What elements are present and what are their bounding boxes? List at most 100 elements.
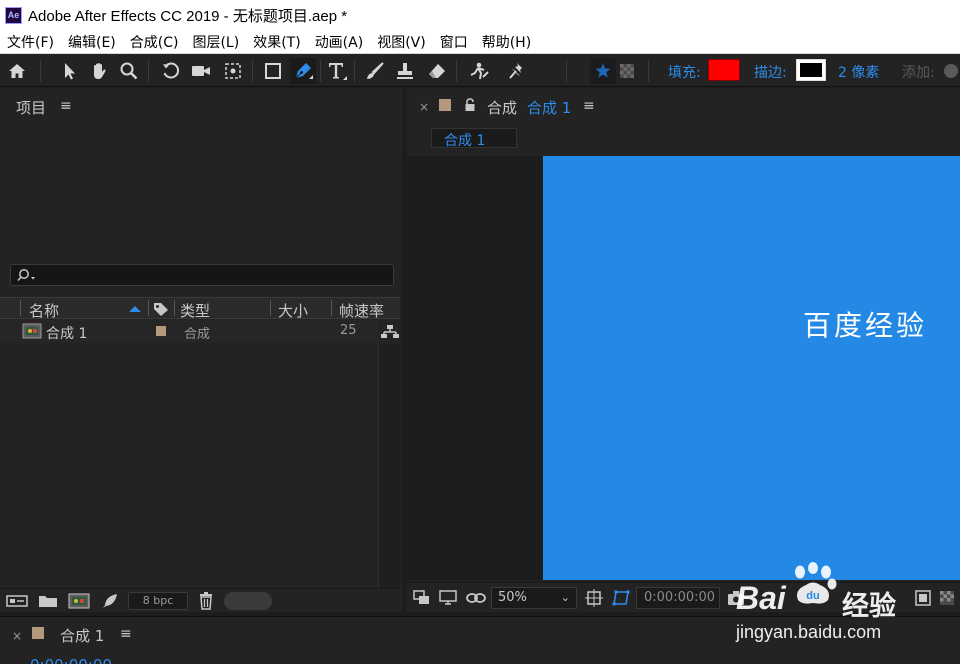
column-name[interactable]: 名称 — [29, 300, 59, 321]
column-size[interactable]: 大小 — [278, 300, 308, 321]
stroke-width-value[interactable]: 2 像素 — [838, 62, 879, 82]
current-time-value: 0:00:00:00 — [644, 590, 716, 605]
menu-edit[interactable]: 编辑(E) — [61, 32, 123, 52]
feather-icon[interactable] — [100, 593, 120, 609]
toolbar-divider — [456, 60, 457, 82]
brush-tool-icon[interactable] — [362, 58, 388, 84]
panel-menu-icon[interactable]: ≡ — [583, 98, 595, 114]
column-type[interactable]: 类型 — [180, 300, 210, 321]
label-color-swatch[interactable] — [439, 99, 451, 111]
project-panel-title: 项目 — [16, 99, 47, 117]
menu-help[interactable]: 帮助(H) — [475, 32, 538, 52]
toolbar-divider — [252, 60, 253, 82]
item-type: 合成 — [184, 327, 211, 342]
menu-window[interactable]: 窗口 — [433, 32, 475, 52]
puppet-pin-tool-icon[interactable] — [504, 58, 530, 84]
lock-icon[interactable] — [463, 98, 477, 112]
project-scrollbar[interactable] — [378, 344, 400, 590]
mask-path-icon[interactable] — [611, 589, 631, 607]
fill-label[interactable]: 填充: — [668, 62, 701, 82]
panel-menu-icon[interactable]: ≡ — [120, 626, 132, 642]
magnification-value: 50% — [498, 590, 527, 605]
timeline-title[interactable]: 合成 1 — [60, 625, 104, 646]
eraser-tool-icon[interactable] — [424, 58, 450, 84]
selection-tool-icon[interactable] — [56, 58, 82, 84]
fill-color-swatch[interactable] — [708, 59, 740, 81]
menu-composition[interactable]: 合成(C) — [123, 32, 186, 52]
safe-zones-icon[interactable] — [585, 589, 603, 607]
bit-depth-button[interactable]: 8 bpc — [128, 592, 188, 610]
rotation-tool-icon[interactable] — [158, 58, 184, 84]
camera-tool-icon[interactable] — [188, 58, 214, 84]
checkerboard-icon[interactable] — [614, 58, 640, 84]
current-time-display[interactable]: 0:00:00:00 — [636, 587, 720, 609]
toolbar-divider — [354, 60, 355, 82]
stroke-color-swatch[interactable] — [796, 59, 826, 81]
project-footer: 8 bpc — [0, 588, 400, 612]
toolbar-divider — [648, 60, 649, 82]
close-icon[interactable]: × — [12, 629, 22, 643]
magnification-select[interactable]: 50% ⌄ — [491, 587, 577, 609]
add-button[interactable] — [944, 64, 958, 78]
item-name: 合成 1 — [46, 326, 88, 342]
watermark-brand-cn: 经验 — [842, 591, 896, 622]
menu-effect[interactable]: 效果(T) — [246, 32, 307, 52]
hand-tool-icon[interactable] — [86, 58, 112, 84]
baidu-jingyan-watermark: du Bai 经验 jingyan.baidu.com — [730, 560, 960, 664]
home-icon[interactable] — [4, 58, 30, 84]
item-frame-rate: 25 — [340, 323, 357, 338]
stroke-label[interactable]: 描边: — [754, 62, 787, 82]
close-icon[interactable]: × — [419, 100, 429, 114]
baidu-paw-logo-icon: du — [795, 562, 837, 604]
chevron-down-icon: ⌄ — [560, 591, 570, 604]
label-tag-icon[interactable] — [152, 301, 170, 317]
project-item-row[interactable]: 合成 1 合成 25 — [0, 320, 378, 342]
pen-tool-icon[interactable] — [290, 58, 316, 84]
composition-tab-label: 合成 1 — [444, 133, 486, 149]
menu-layer[interactable]: 图层(L) — [185, 32, 246, 52]
roto-brush-tool-icon[interactable] — [466, 58, 492, 84]
column-divider — [20, 300, 21, 316]
new-folder-icon[interactable] — [38, 593, 58, 609]
composition-panel: × 合成 合成 1 ≡ 合成 1 百度经验 50% ⌄ 0:00:00:00 — [407, 88, 960, 612]
title-bar: Ae Adobe After Effects CC 2019 - 无标题项目.a… — [0, 0, 960, 30]
canvas-text-layer[interactable]: 百度经验 — [803, 304, 927, 344]
mask-visibility-icon[interactable] — [465, 590, 487, 606]
type-tool-icon[interactable] — [324, 58, 350, 84]
monitor-icon[interactable] — [439, 590, 457, 606]
composition-panel-name[interactable]: 合成 1 — [527, 97, 571, 118]
project-panel: 项目 ≡ 名称 类型 大小 帧速率 合成 1 合成 25 8 bpc — [0, 88, 402, 612]
panel-menu-icon[interactable]: ≡ — [60, 98, 72, 114]
toolbar-divider — [40, 60, 41, 82]
search-icon — [17, 269, 35, 281]
interpret-footage-icon[interactable] — [6, 593, 28, 609]
window-title: Adobe After Effects CC 2019 - 无标题项目.aep … — [28, 7, 348, 25]
composition-viewer[interactable]: 百度经验 — [407, 156, 960, 580]
add-label: 添加: — [902, 65, 935, 81]
composition-tab[interactable]: 合成 1 — [431, 128, 517, 149]
pan-behind-tool-icon[interactable] — [220, 58, 246, 84]
new-composition-icon[interactable] — [68, 593, 90, 609]
timeline-current-time[interactable]: 0:00:00:00 — [30, 656, 112, 664]
toolbar-divider — [148, 60, 149, 82]
menu-view[interactable]: 视图(V) — [370, 32, 433, 52]
svg-text:du: du — [806, 590, 819, 602]
clone-stamp-tool-icon[interactable] — [392, 58, 418, 84]
label-color-swatch[interactable] — [32, 627, 44, 639]
always-preview-icon[interactable] — [413, 590, 431, 606]
composition-canvas[interactable] — [543, 156, 960, 580]
zoom-tool-icon[interactable] — [116, 58, 142, 84]
rectangle-tool-icon[interactable] — [260, 58, 286, 84]
sort-ascending-icon[interactable] — [128, 304, 142, 314]
flowchart-icon[interactable] — [380, 324, 400, 340]
trash-icon[interactable] — [198, 592, 214, 610]
column-frame-rate[interactable]: 帧速率 — [339, 300, 384, 321]
label-color-swatch[interactable] — [156, 326, 166, 336]
toolbar-divider — [320, 60, 321, 82]
thumbnail-toggle[interactable] — [224, 592, 272, 610]
composition-panel-prefix: 合成 — [487, 99, 518, 117]
menu-file[interactable]: 文件(F) — [0, 32, 61, 52]
star-icon[interactable] — [590, 58, 616, 84]
project-search-input[interactable] — [10, 264, 394, 286]
menu-animation[interactable]: 动画(A) — [308, 32, 371, 52]
